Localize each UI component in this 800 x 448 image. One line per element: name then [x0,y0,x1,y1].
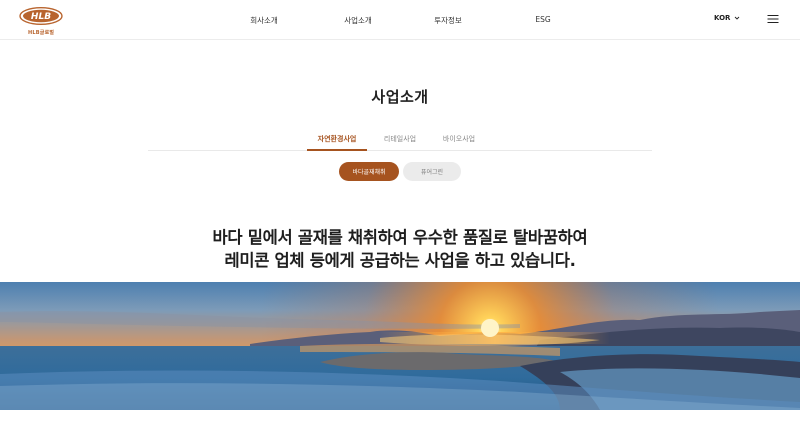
sunrise-sea-image [0,282,800,410]
tab-natural-environment[interactable]: 자연환경사업 [318,134,357,144]
headline-line-2: 레미콘 업체 등에게 공급하는 사업을 하고 있습니다. [224,251,576,270]
logo-subtext: HLB글로벌 [28,30,55,36]
tab-retail[interactable]: 리테일사업 [384,134,416,144]
hlb-logo[interactable]: HLB HLB글로벌 [19,7,63,37]
site-header: HLB HLB글로벌 회사소개 사업소개 투자정보 ESG KOR [0,0,800,40]
business-headline: 바다 밑에서 골재를 채취하여 우수한 품질로 탈바꿈하여 레미콘 업체 등에게… [0,226,800,272]
nav-item-company[interactable]: 회사소개 [250,15,278,26]
business-tabs: 자연환경사업 리테일사업 바이오사업 [148,126,652,151]
language-label: KOR [714,14,731,22]
chevron-down-icon [735,16,740,20]
hero-image-illustration [0,282,800,410]
nav-item-business[interactable]: 사업소개 [344,15,372,26]
subtab-pure-green[interactable]: 퓨어그린 [403,162,461,181]
logo-mark-text: HLB [31,12,51,22]
active-tab-underline [307,149,367,151]
subtab-sea-aggregate[interactable]: 바다골재채취 [339,162,399,181]
hamburger-menu-icon[interactable] [767,13,779,25]
language-selector[interactable]: KOR [714,14,740,22]
nav-item-investor[interactable]: 투자정보 [434,15,462,26]
tab-bio[interactable]: 바이오사업 [443,134,475,144]
nav-item-esg[interactable]: ESG [535,15,550,24]
headline-line-1: 바다 밑에서 골재를 채취하여 우수한 품질로 탈바꿈하여 [212,228,588,247]
hlb-logo-mark: HLB [19,7,63,25]
page-title: 사업소개 [371,88,429,106]
